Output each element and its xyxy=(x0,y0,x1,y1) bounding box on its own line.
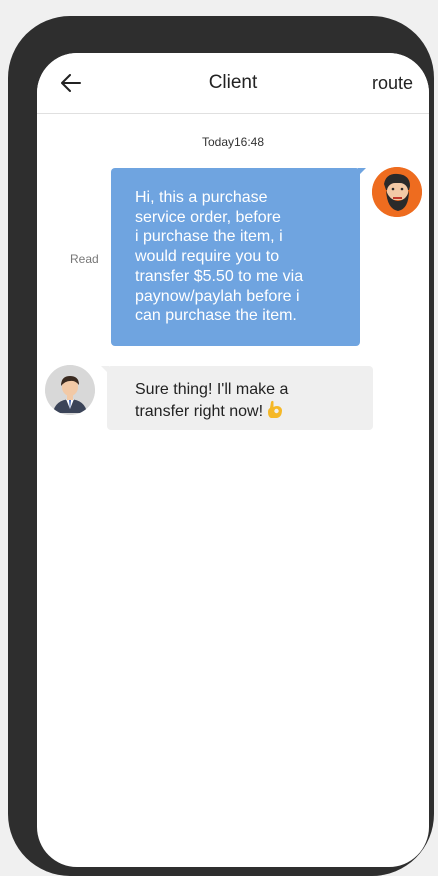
sender-avatar[interactable] xyxy=(372,167,422,217)
message-text: transfer right now! xyxy=(135,402,264,420)
message-line: would require you to xyxy=(135,248,280,266)
bearded-man-avatar xyxy=(372,167,422,217)
chat-screen: Client route Today16:48 Read Hi, this a … xyxy=(37,53,429,867)
chat-title: Client xyxy=(208,72,258,93)
bubble-tail xyxy=(101,366,109,374)
bubble-tail xyxy=(358,168,366,176)
ok-hand-emoji xyxy=(267,400,283,425)
chat-header: Client route xyxy=(37,53,429,114)
route-button[interactable]: route xyxy=(372,73,413,94)
message-line: i purchase the item, i xyxy=(135,228,283,246)
recipient-avatar[interactable] xyxy=(45,365,95,415)
message-line: paynow/paylah before i xyxy=(135,287,300,305)
incoming-message-bubble[interactable]: Sure thing! I'll make a transfer right n… xyxy=(101,366,373,430)
message-line: transfer right now! xyxy=(135,400,373,425)
message-line: Hi, this a purchase xyxy=(135,189,268,206)
phone-frame: Client route Today16:48 Read Hi, this a … xyxy=(8,16,434,876)
message-line: service order, before xyxy=(135,208,281,226)
message-timestamp: Today16:48 xyxy=(201,135,265,149)
outgoing-message-bubble[interactable]: Hi, this a purchase service order, befor… xyxy=(111,168,366,346)
message-line: can purchase the item. xyxy=(135,307,297,325)
message-line: Sure thing! I'll make a xyxy=(135,381,289,398)
businessman-avatar xyxy=(45,365,95,415)
read-receipt: Read xyxy=(70,252,99,266)
message-line: transfer $5.50 to me via xyxy=(135,267,304,285)
